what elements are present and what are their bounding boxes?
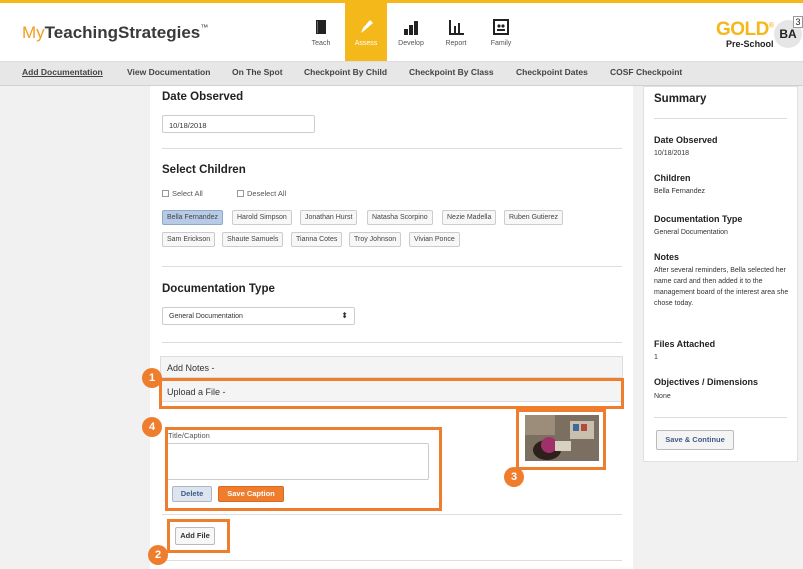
brand-logo-name: TeachingStrategies: [44, 23, 201, 42]
checkbox-box: [237, 190, 244, 197]
divider: [162, 514, 622, 515]
nav-report[interactable]: Report: [435, 3, 477, 61]
summary-notes-value: After several reminders, Bella selected …: [654, 267, 789, 307]
summary-notes-heading: Notes: [654, 252, 680, 262]
summary-files-value: 1: [654, 354, 658, 361]
step-marker-4: 4: [142, 417, 162, 437]
nav-label: Teach: [311, 39, 331, 47]
summary-objectives-value: None: [654, 393, 671, 400]
summary-date-value: 10/18/2018: [654, 150, 690, 157]
summary-objectives-heading: Objectives / Dimensions: [654, 377, 759, 387]
bar-chart-icon: [404, 20, 418, 35]
divider: [162, 560, 622, 561]
product-name: GOLD: [716, 19, 769, 40]
select-children-title: Select Children: [162, 164, 246, 176]
family-icon: [493, 18, 509, 35]
child-chip[interactable]: Nezie Madella: [442, 210, 497, 225]
nav-teach[interactable]: Teach: [300, 3, 342, 61]
sub-nav: Add Documentation View Documentation On …: [0, 62, 803, 86]
divider: [162, 266, 622, 267]
nav-label: Family: [490, 39, 512, 47]
child-chip[interactable]: Harold Simpson: [232, 210, 292, 225]
documentation-type-value: General Documentation: [169, 313, 243, 320]
summary-children-heading: Children: [654, 173, 691, 183]
brand-logo-my: My: [22, 23, 45, 42]
highlight-box-caption: [165, 427, 442, 511]
divider: [162, 342, 622, 343]
summary-title: Summary: [654, 93, 707, 105]
summary-files-heading: Files Attached: [654, 339, 716, 349]
nav-family[interactable]: Family: [480, 3, 522, 61]
summary-panel: Summary Date Observed 10/18/2018 Childre…: [643, 86, 798, 462]
highlight-box-thumbnail: [516, 409, 606, 470]
checkbox-box: [162, 190, 169, 197]
summary-date-heading: Date Observed: [654, 135, 718, 145]
summary-children-value: Bella Fernandez: [654, 188, 705, 195]
step-marker-3: 3: [504, 467, 524, 487]
documentation-type-select[interactable]: General Documentation ⬍: [162, 307, 355, 325]
brand-logo[interactable]: MyTeachingStrategies™: [22, 23, 208, 43]
child-chip[interactable]: Bella Fernandez: [162, 210, 223, 225]
select-all-label: Select All: [172, 189, 203, 198]
child-chip[interactable]: Shaute Samuels: [222, 232, 284, 247]
step-marker-2: 2: [148, 545, 168, 565]
subnav-cosf-checkpoint[interactable]: COSF Checkpoint: [610, 67, 682, 77]
subnav-checkpoint-by-class[interactable]: Checkpoint By Class: [409, 67, 494, 77]
subnav-checkpoint-by-child[interactable]: Checkpoint By Child: [304, 67, 387, 77]
highlight-box-upload: [159, 378, 624, 409]
select-all-checkbox[interactable]: Select All: [162, 189, 203, 198]
brand-logo-tm: ™: [200, 23, 209, 32]
deselect-all-checkbox[interactable]: Deselect All: [237, 189, 286, 198]
subnav-add-documentation[interactable]: Add Documentation: [22, 67, 103, 77]
date-observed-input[interactable]: 10/18/2018: [162, 115, 315, 133]
book-icon: [316, 19, 326, 34]
child-chip[interactable]: Sam Erickson: [162, 232, 216, 247]
nav-assess[interactable]: Assess: [345, 3, 387, 61]
save-continue-button[interactable]: Save & Continue: [656, 430, 734, 450]
date-observed-title: Date Observed: [162, 91, 244, 103]
product-badge: GOLD® Pre-School: [716, 19, 774, 49]
child-chip[interactable]: Jonathan Hurst: [300, 210, 358, 225]
child-chip[interactable]: Troy Johnson: [349, 232, 402, 247]
top-bar: MyTeachingStrategies™ Teach Assess Devel…: [0, 0, 803, 62]
pencil-icon: [361, 19, 373, 33]
summary-doc-type-heading: Documentation Type: [654, 214, 743, 224]
add-notes-section[interactable]: Add Notes -: [160, 356, 623, 378]
documentation-type-title: Documentation Type: [162, 283, 275, 295]
subnav-on-the-spot[interactable]: On The Spot: [232, 67, 283, 77]
deselect-all-label: Deselect All: [247, 189, 287, 198]
subnav-checkpoint-dates[interactable]: Checkpoint Dates: [516, 67, 588, 77]
divider: [162, 148, 622, 149]
main-nav: Teach Assess Develop Report Family: [300, 3, 525, 61]
nav-label: Develop: [398, 39, 424, 47]
child-chip[interactable]: Vivian Ponce: [409, 232, 460, 247]
nav-label: Assess: [354, 39, 378, 47]
select-arrows-icon: ⬍: [341, 311, 348, 320]
divider: [654, 118, 787, 119]
highlight-box-add-file: [167, 519, 230, 553]
nav-develop[interactable]: Develop: [390, 3, 432, 61]
report-chart-icon: [449, 19, 464, 35]
child-chip[interactable]: Tianna Cotes: [291, 232, 343, 247]
subnav-view-documentation[interactable]: View Documentation: [127, 67, 210, 77]
child-chip[interactable]: Ruben Gutierez: [504, 210, 564, 225]
summary-doc-type-value: General Documentation: [654, 229, 728, 236]
notification-badge[interactable]: 3: [793, 16, 803, 28]
product-reg: ®: [768, 22, 774, 30]
nav-label: Report: [445, 39, 467, 47]
child-chip[interactable]: Natasha Scorpino: [367, 210, 433, 225]
step-marker-1: 1: [142, 368, 162, 388]
divider: [654, 417, 787, 418]
